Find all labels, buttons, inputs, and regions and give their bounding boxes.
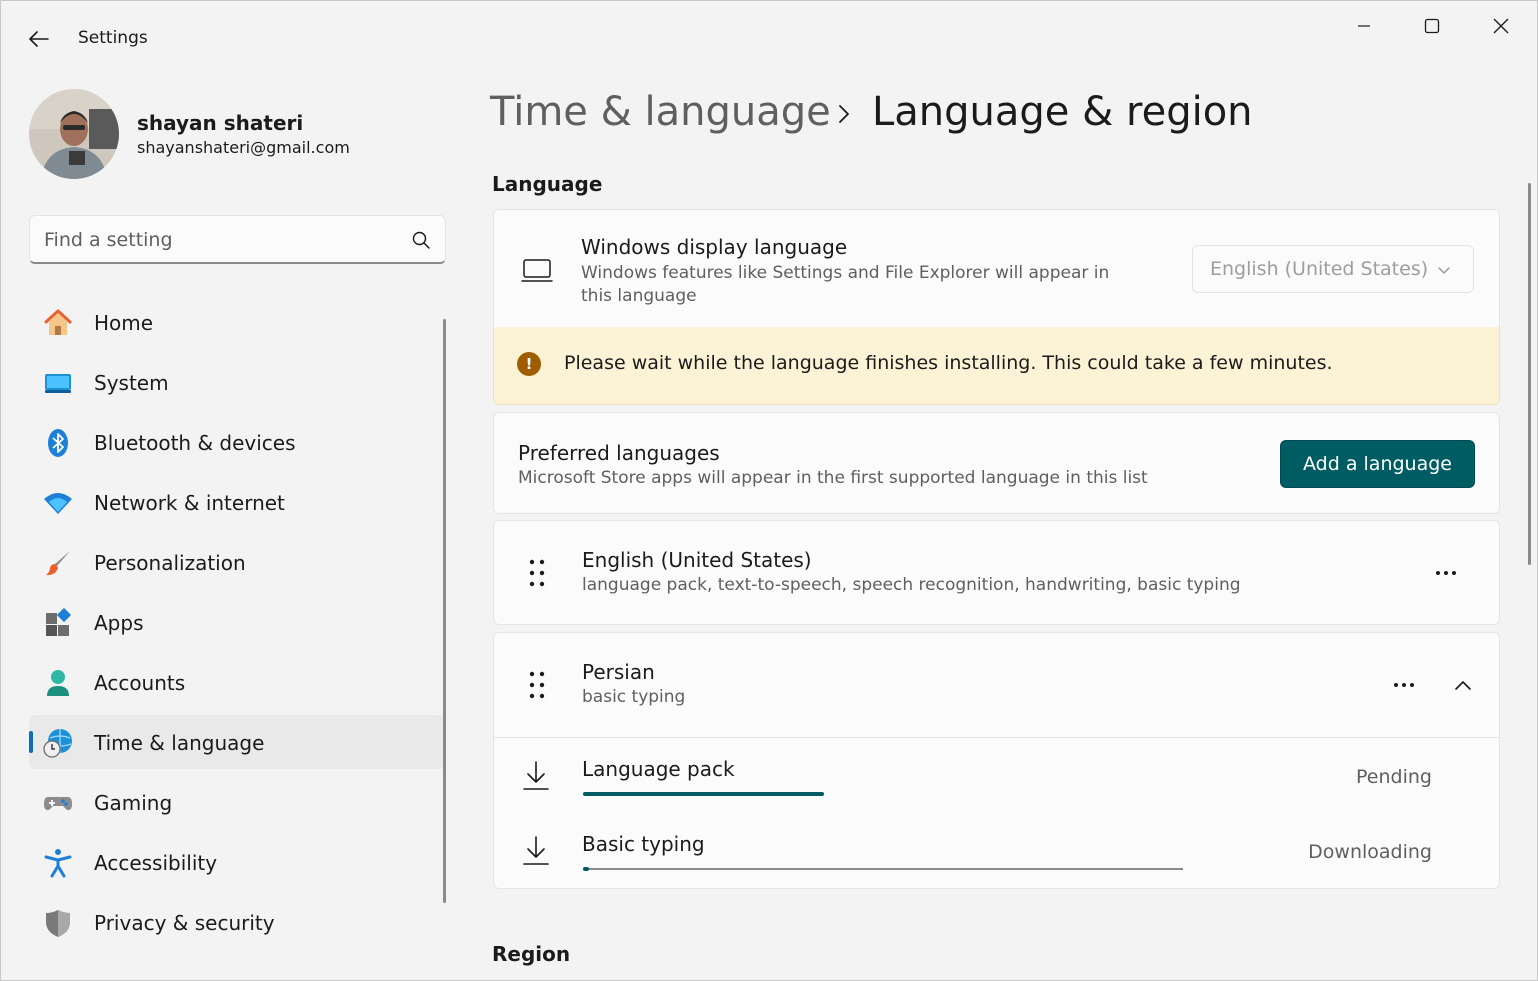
chevron-up-icon [1455,681,1471,690]
language-features: language pack, text-to-speech, speech re… [582,575,1241,595]
home-icon [43,308,73,338]
language-item-persian: Persian basic typing Language pack Pendi… [493,632,1500,889]
chevron-right-icon [839,105,849,123]
close-icon [1493,18,1509,34]
drag-handle-icon[interactable] [528,670,546,700]
download-icon [523,761,549,790]
more-icon [1394,683,1414,687]
sidebar-item-label: Apps [94,611,144,635]
gamepad-icon [43,788,73,818]
display-language-selected: English (United States) [1210,258,1429,280]
language-name: English (United States) [582,548,812,572]
sidebar-item-bluetooth[interactable]: Bluetooth & devices [29,415,445,469]
install-warning-bar: ! Please wait while the language finishe… [493,327,1500,405]
basic-typing-progress-track [583,868,1183,870]
sidebar-item-gaming[interactable]: Gaming [29,775,445,829]
sidebar-item-apps[interactable]: Apps [29,595,445,649]
download-label: Basic typing [582,832,705,856]
sidebar-item-network[interactable]: Network & internet [29,475,445,529]
close-button[interactable] [1478,9,1524,43]
search-icon[interactable] [410,229,432,251]
preferred-languages-title: Preferred languages [518,441,720,465]
page-title: Language & region [872,89,1253,135]
apps-icon [43,608,73,638]
download-label: Language pack [582,757,735,781]
sidebar-scrollbar[interactable] [443,319,446,903]
sidebar-item-label: Time & language [94,731,265,755]
brush-icon [43,548,73,578]
language-item-english: English (United States) language pack, t… [493,520,1500,625]
download-icon [523,836,549,865]
sidebar-item-label: Gaming [94,791,173,815]
sidebar-item-personalization[interactable]: Personalization [29,535,445,589]
add-language-button[interactable]: Add a language [1280,440,1475,488]
bluetooth-icon [43,428,73,458]
system-icon [43,368,73,398]
sidebar-item-label: Home [94,311,154,335]
download-status: Downloading [1308,841,1432,863]
user-name: shayan shateri [137,111,304,135]
more-options-button[interactable] [1426,558,1466,588]
sidebar-item-system[interactable]: System [29,355,445,409]
maximize-icon [1424,18,1440,34]
display-language-card: Windows display language Windows feature… [493,209,1500,328]
sidebar-item-accessibility[interactable]: Accessibility [29,835,445,889]
search-box[interactable] [29,215,446,264]
sidebar-item-privacy[interactable]: Privacy & security [29,895,445,949]
sidebar-item-label: Privacy & security [94,911,275,935]
wifi-icon [43,488,73,518]
section-title-region: Region [492,942,571,966]
sidebar-nav: Home System Bluetooth & devices Network … [29,295,445,955]
basic-typing-progress-bar [583,867,589,871]
warning-text: Please wait while the language finishes … [564,352,1333,374]
accounts-icon [43,668,73,698]
shield-icon [43,908,73,938]
preferred-languages-card: Preferred languages Microsoft Store apps… [493,412,1500,514]
breadcrumb-parent[interactable]: Time & language [490,89,831,135]
section-title-language: Language [492,172,603,196]
sidebar-item-label: System [94,371,169,395]
avatar[interactable] [29,89,119,179]
language-name: Persian [582,660,655,684]
minimize-icon [1358,25,1370,27]
title-bar: Settings [1,1,1537,77]
active-indicator [29,731,33,753]
display-language-title: Windows display language [581,235,848,259]
sidebar-item-label: Accounts [94,671,186,695]
sidebar-item-label: Personalization [94,551,246,575]
warning-icon: ! [517,352,541,376]
back-arrow-icon [29,31,49,47]
sidebar-item-time-language[interactable]: Time & language [29,715,445,769]
display-language-description: Windows features like Settings and File … [581,263,1110,306]
search-input[interactable] [44,226,394,254]
back-button[interactable] [21,23,57,55]
app-title: Settings [78,28,148,48]
sidebar-item-label: Network & internet [94,491,285,515]
display-language-dropdown[interactable]: English (United States) [1192,245,1474,293]
download-status: Pending [1356,766,1432,788]
accessibility-icon [43,848,73,878]
more-options-button[interactable] [1384,670,1424,700]
user-photo-icon [29,89,119,179]
minimize-button[interactable] [1341,9,1387,43]
chevron-down-icon [1438,267,1450,274]
main-scrollbar[interactable] [1528,183,1531,565]
language-pack-progress-bar [583,792,824,796]
language-features: basic typing [582,687,686,707]
collapse-button[interactable] [1448,670,1478,700]
settings-window: Settings shayan shateri shayanshateri@gm… [0,0,1538,981]
maximize-button[interactable] [1409,9,1455,43]
more-icon [1436,571,1456,575]
time-language-icon [43,728,73,758]
preferred-languages-description: Microsoft Store apps will appear in the … [518,468,1148,488]
laptop-icon [521,259,553,282]
sidebar-item-accounts[interactable]: Accounts [29,655,445,709]
drag-handle-icon[interactable] [528,558,546,588]
divider [494,737,1499,738]
sidebar-item-label: Accessibility [94,851,218,875]
user-email: shayanshateri@gmail.com [137,138,350,157]
sidebar-item-home[interactable]: Home [29,295,445,349]
sidebar-item-label: Bluetooth & devices [94,431,296,455]
